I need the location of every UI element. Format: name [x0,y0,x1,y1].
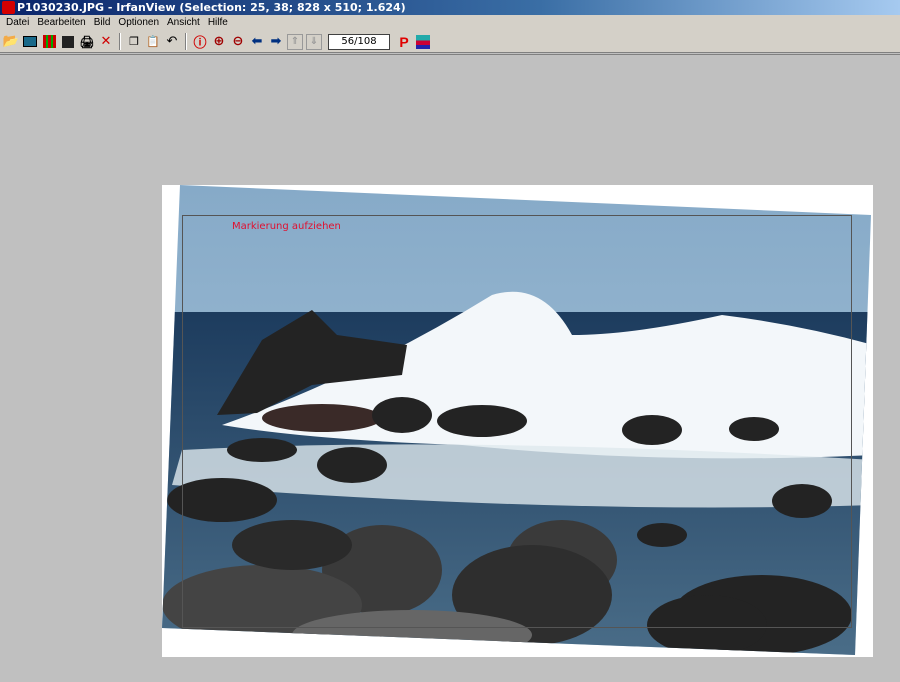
p-button[interactable]: P [396,34,412,50]
toolbar: 📂 🖨 ✕ ❐ 📋 ↶ ⓘ ⊕ ⊖ ⬅ ➡ ⇑ ⇓ 56/108 P [0,31,900,53]
print-icon[interactable]: 🖨 [79,34,95,50]
copy-icon[interactable]: ❐ [126,34,142,50]
window-title: P1030230.JPG - IrfanView (Selection: 25,… [17,1,406,14]
delete-icon[interactable]: ✕ [98,34,114,50]
info-icon[interactable]: ⓘ [192,34,208,51]
menu-bearbeiten[interactable]: Bearbeiten [33,15,89,31]
zoom-out-icon[interactable]: ⊖ [230,34,246,50]
thumbnails-icon[interactable] [41,34,57,50]
previous-arrow-icon[interactable]: ⬅ [249,34,265,50]
help-about-icon[interactable] [415,34,431,50]
toolbar-separator [119,33,121,50]
menu-bild[interactable]: Bild [90,15,115,31]
undo-icon[interactable]: ↶ [164,34,180,50]
page-counter-field[interactable]: 56/108 [328,33,390,50]
menu-optionen[interactable]: Optionen [114,15,163,31]
slideshow-icon[interactable] [22,34,38,50]
menu-ansicht[interactable]: Ansicht [163,15,204,31]
save-icon[interactable] [60,34,76,50]
selection-rectangle[interactable] [182,215,852,628]
irfanview-app-icon[interactable] [2,1,15,14]
title-bar: P1030230.JPG - IrfanView (Selection: 25,… [0,0,900,15]
paste-icon[interactable]: 📋 [145,34,161,50]
menu-hilfe[interactable]: Hilfe [204,15,232,31]
menu-datei[interactable]: Datei [2,15,33,31]
last-image-icon[interactable]: ⇓ [306,33,322,50]
menu-bar: Datei Bearbeiten Bild Optionen Ansicht H… [0,15,900,31]
first-image-icon[interactable]: ⇑ [287,33,303,50]
open-folder-icon[interactable]: 📂 [3,34,19,50]
next-arrow-icon[interactable]: ➡ [268,34,284,50]
zoom-in-icon[interactable]: ⊕ [211,34,227,50]
toolbar-separator [185,33,187,50]
selection-hint-text: Markierung aufziehen [232,221,341,232]
